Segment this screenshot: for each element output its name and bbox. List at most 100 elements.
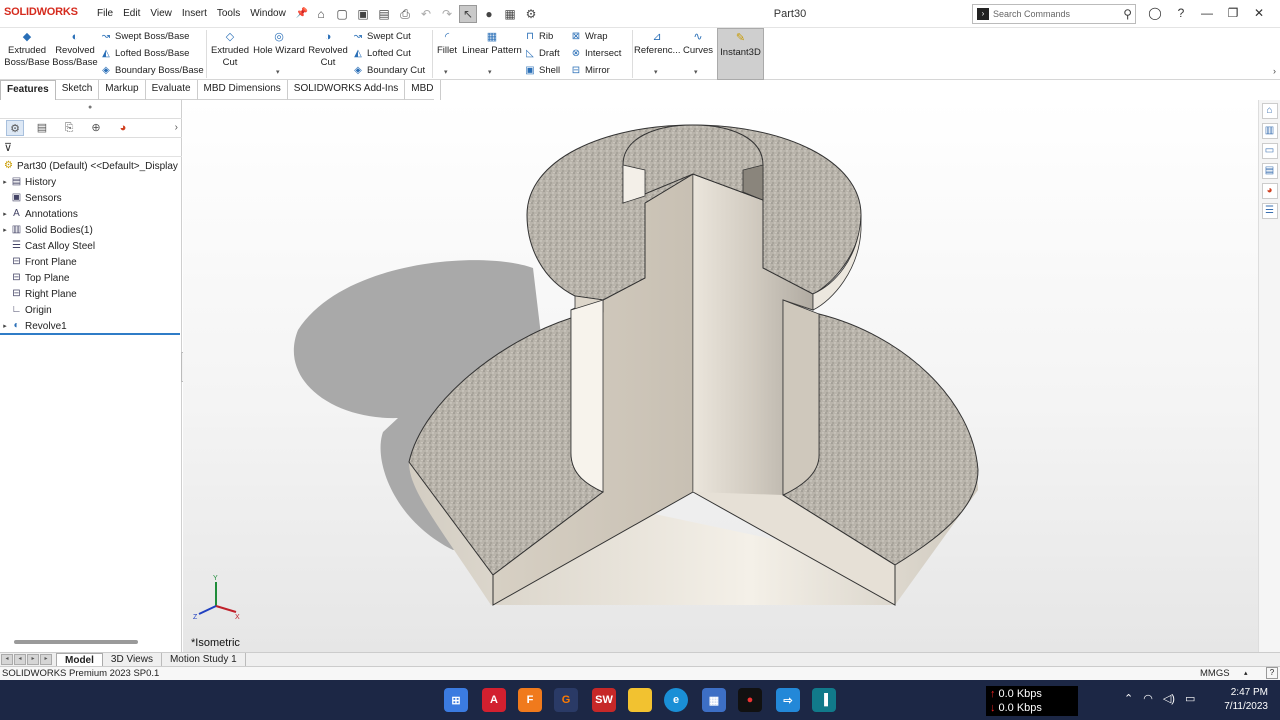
- rollback-bar[interactable]: [0, 333, 180, 335]
- display-manager-icon[interactable]: ◕: [114, 120, 132, 136]
- first-tab-arrow[interactable]: ◂: [1, 654, 13, 665]
- view-palette-icon[interactable]: ▤: [1261, 163, 1278, 179]
- volume-icon[interactable]: ◁): [1163, 692, 1175, 705]
- expand-icon[interactable]: ▸: [0, 178, 10, 186]
- chevron-down-icon[interactable]: ▾: [444, 68, 448, 76]
- graphics-area[interactable]: ⌕ ⌕ ↶ ◧ ▣ ◫ ◪ ◉ ◕ ◒ ▭ ▢ ▢ — ❐ ✕ Y X Z *I…: [183, 100, 1258, 652]
- extruded-boss-button[interactable]: ◆ Extruded Boss/Base: [2, 30, 52, 69]
- help-status-icon[interactable]: ?: [1266, 667, 1278, 679]
- dimxpert-manager-icon[interactable]: ⊕: [87, 120, 105, 136]
- property-manager-icon[interactable]: ▤: [33, 120, 51, 136]
- chevron-down-icon[interactable]: ▾: [694, 68, 698, 76]
- tree-item-material[interactable]: ☰ Cast Alloy Steel: [0, 238, 182, 254]
- prev-tab-arrow[interactable]: ◂: [14, 654, 26, 665]
- tab-mbd-dimensions[interactable]: MBD Dimensions: [198, 80, 288, 100]
- open-icon[interactable]: ▣: [354, 5, 372, 23]
- print-icon[interactable]: ⎙: [396, 5, 414, 23]
- chevron-down-icon[interactable]: ▾: [488, 68, 492, 76]
- chevron-down-icon[interactable]: ▾: [654, 68, 658, 76]
- tab-solidworks-addins[interactable]: SOLIDWORKS Add-Ins: [288, 80, 406, 100]
- minimize-button[interactable]: —: [1198, 4, 1216, 22]
- search-commands-box[interactable]: › Search Commands ⚲: [972, 4, 1136, 24]
- select-pointer-icon[interactable]: ↖: [459, 5, 477, 23]
- teal-app-icon[interactable]: ▐: [812, 688, 836, 712]
- chevron-up-icon[interactable]: ⌃: [1124, 692, 1133, 705]
- feature-manager-tree-icon[interactable]: ⚙: [6, 120, 24, 136]
- tab-motion-study[interactable]: Motion Study 1: [162, 652, 246, 667]
- redo-icon[interactable]: ↷: [438, 5, 456, 23]
- autocad-app-icon[interactable]: A: [482, 688, 506, 712]
- file-explorer-icon[interactable]: ▭: [1261, 143, 1278, 159]
- fusion-app-icon[interactable]: F: [518, 688, 542, 712]
- tree-item-right-plane[interactable]: ⊟ Right Plane: [0, 286, 182, 302]
- instant3d-toggle[interactable]: ✎ Instant3D: [717, 28, 764, 80]
- fillet-button[interactable]: ◜ Fillet: [434, 30, 460, 57]
- design-library-icon[interactable]: ▥: [1261, 123, 1278, 139]
- menu-tools[interactable]: Tools: [212, 8, 245, 19]
- menu-file[interactable]: File: [92, 8, 118, 19]
- tab-mbd[interactable]: MBD: [405, 80, 441, 100]
- last-tab-arrow[interactable]: ▸: [40, 654, 52, 665]
- reference-geometry-button[interactable]: ⊿ Referenc...: [634, 30, 680, 57]
- lofted-cut-button[interactable]: ◭ Lofted Cut: [352, 45, 411, 61]
- tree-item-top-plane[interactable]: ⊟ Top Plane: [0, 270, 182, 286]
- search-input[interactable]: Search Commands: [993, 9, 1123, 19]
- tree-item-annotations[interactable]: ▸ A Annotations: [0, 206, 182, 222]
- intersect-button[interactable]: ⊗ Intersect: [570, 45, 622, 61]
- mirror-button[interactable]: ⊟ Mirror: [570, 62, 610, 78]
- boundary-boss-button[interactable]: ◈ Boundary Boss/Base: [100, 62, 204, 78]
- extruded-cut-button[interactable]: ◇ Extruded Cut: [208, 30, 252, 69]
- tab-features[interactable]: Features: [0, 80, 56, 100]
- curves-button[interactable]: ∿ Curves: [680, 30, 716, 57]
- solidworks-taskbar-icon[interactable]: SW: [592, 688, 616, 712]
- remote-app-icon[interactable]: ⇨: [776, 688, 800, 712]
- panel-grip[interactable]: ●: [88, 104, 92, 111]
- custom-properties-icon[interactable]: ☰: [1261, 203, 1278, 219]
- tab-model[interactable]: Model: [56, 652, 103, 667]
- file-explorer-taskbar-icon[interactable]: [628, 688, 652, 712]
- foxit-app-icon[interactable]: G: [554, 688, 578, 712]
- wifi-icon[interactable]: ◠: [1143, 692, 1153, 705]
- menu-insert[interactable]: Insert: [177, 8, 212, 19]
- edge-browser-icon[interactable]: e: [664, 688, 688, 712]
- solidworks-resources-icon[interactable]: ⌂: [1261, 103, 1278, 119]
- swept-cut-button[interactable]: ↝ Swept Cut: [352, 28, 411, 44]
- chevron-right-icon[interactable]: ›: [175, 120, 178, 136]
- swept-boss-button[interactable]: ↝ Swept Boss/Base: [100, 28, 190, 44]
- expand-icon[interactable]: ▸: [0, 322, 10, 330]
- tree-item-revolve1[interactable]: ▸ ◐ Revolve1: [0, 318, 182, 334]
- tab-3d-views[interactable]: 3D Views: [103, 652, 162, 667]
- tab-sketch[interactable]: Sketch: [56, 80, 100, 100]
- linear-pattern-button[interactable]: ▦ Linear Pattern: [462, 30, 522, 57]
- restore-button[interactable]: ❐: [1224, 4, 1242, 22]
- tab-evaluate[interactable]: Evaluate: [146, 80, 198, 100]
- lofted-boss-button[interactable]: ◭ Lofted Boss/Base: [100, 45, 189, 61]
- appearances-icon[interactable]: ◕: [1261, 183, 1278, 199]
- chevron-down-icon[interactable]: ▾: [276, 68, 280, 76]
- user-account-icon[interactable]: ◯: [1146, 4, 1164, 22]
- new-document-icon[interactable]: ▢: [333, 5, 351, 23]
- menu-window[interactable]: Window: [245, 8, 291, 19]
- pin-icon[interactable]: 📌: [291, 8, 313, 19]
- tree-item-history[interactable]: ▸ ▤ History: [0, 174, 182, 190]
- tree-item-sensors[interactable]: ▣ Sensors: [0, 190, 182, 206]
- boundary-cut-button[interactable]: ◈ Boundary Cut: [352, 62, 425, 78]
- expand-icon[interactable]: ▸: [0, 210, 10, 218]
- battery-icon[interactable]: ▭: [1185, 692, 1195, 705]
- next-tab-arrow[interactable]: ▸: [27, 654, 39, 665]
- ribbon-scroll-arrow[interactable]: ›: [1273, 66, 1276, 76]
- solidworks-logo[interactable]: SOLIDWORKS: [4, 6, 78, 18]
- rebuild-icon[interactable]: ●: [480, 5, 498, 23]
- tree-item-origin[interactable]: ∟ Origin: [0, 302, 182, 318]
- configuration-manager-icon[interactable]: ⎘: [60, 120, 78, 136]
- home-icon[interactable]: ⌂: [312, 5, 330, 23]
- start-menu-icon[interactable]: ⊞: [444, 688, 468, 712]
- tab-markup[interactable]: Markup: [99, 80, 146, 100]
- file-properties-icon[interactable]: ▦: [501, 5, 519, 23]
- filter-icon[interactable]: ⊽: [4, 141, 12, 154]
- tree-root-part[interactable]: ⚙ Part30 (Default) <<Default>_Display: [0, 158, 182, 174]
- chevron-up-icon[interactable]: ▴: [1244, 667, 1248, 680]
- expand-icon[interactable]: ▸: [0, 226, 10, 234]
- options-gear-icon[interactable]: ⚙: [522, 5, 540, 23]
- menu-edit[interactable]: Edit: [118, 8, 145, 19]
